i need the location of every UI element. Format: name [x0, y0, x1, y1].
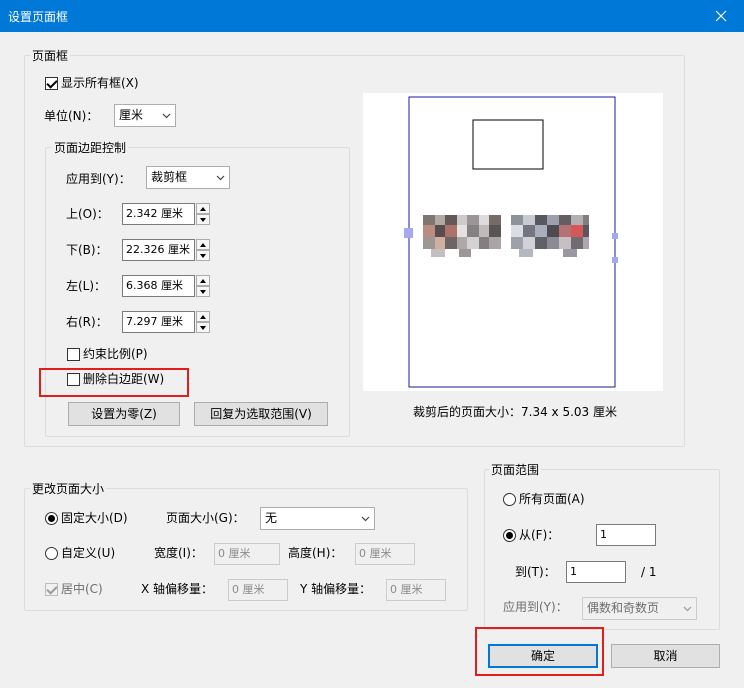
- preview-handle: [404, 228, 413, 238]
- bottom-margin-input[interactable]: 22.326 厘米: [122, 239, 195, 261]
- preview-caption: 裁剪后的页面大小：7.34 x 5.03 厘米: [413, 405, 617, 419]
- apply-to-select[interactable]: 裁剪框: [146, 166, 230, 189]
- close-icon: [715, 10, 727, 22]
- custom-size-label[interactable]: 自定义(U): [61, 545, 115, 561]
- from-page-label[interactable]: 从(F)：: [519, 527, 559, 543]
- spin-up-icon[interactable]: [196, 311, 210, 322]
- to-page-label: 到(T)：: [515, 565, 556, 579]
- spin-down-icon[interactable]: [196, 250, 210, 261]
- width-input[interactable]: 0 厘米: [214, 543, 280, 565]
- blurred-content-image: [423, 215, 589, 257]
- center-label[interactable]: 居中(C): [61, 581, 103, 597]
- margin-control-legend: 页面边距控制: [52, 139, 129, 156]
- height-label: 高度(H)：: [288, 546, 343, 560]
- page-size-label: 页面大小(G)：: [166, 511, 245, 525]
- spin-down-icon[interactable]: [196, 286, 210, 297]
- range-apply-to-label: 应用到(Y)：: [503, 600, 568, 614]
- unit-select[interactable]: 厘米: [114, 104, 176, 127]
- right-margin-spinner[interactable]: [196, 311, 210, 333]
- spin-up-icon[interactable]: [196, 239, 210, 250]
- spin-up-icon[interactable]: [196, 203, 210, 214]
- all-pages-label[interactable]: 所有页面(A): [519, 491, 585, 507]
- to-page-input[interactable]: 1: [566, 561, 626, 583]
- top-margin-label: 上(O)：: [66, 207, 109, 221]
- fixed-size-radio[interactable]: [45, 512, 58, 525]
- right-margin-input[interactable]: 7.297 厘米: [122, 311, 195, 333]
- spin-down-icon[interactable]: [196, 214, 210, 225]
- height-input[interactable]: 0 厘米: [355, 543, 415, 565]
- preview-handle: [612, 233, 618, 239]
- apply-to-label: 应用到(Y)：: [66, 172, 131, 186]
- set-to-zero-button[interactable]: 设置为零(Z): [68, 402, 180, 426]
- left-margin-spinner[interactable]: [196, 275, 210, 297]
- title-bar: 设置页面框: [0, 0, 744, 32]
- page-range-legend: 页面范围: [489, 461, 542, 478]
- show-all-boxes-label[interactable]: 显示所有框(X): [61, 75, 139, 91]
- left-margin-input[interactable]: 6.368 厘米: [122, 275, 195, 297]
- chevron-down-icon: [679, 598, 696, 619]
- chevron-down-icon: [212, 167, 229, 188]
- close-button[interactable]: [698, 0, 744, 32]
- chevron-down-icon: [357, 508, 374, 529]
- page-preview: [363, 93, 663, 391]
- y-offset-label: Y 轴偏移量：: [300, 582, 372, 596]
- bottom-margin-label: 下(B)：: [66, 243, 108, 257]
- show-all-boxes-checkbox[interactable]: [45, 77, 58, 90]
- spin-down-icon[interactable]: [196, 322, 210, 333]
- from-page-radio[interactable]: [503, 529, 516, 542]
- from-page-input[interactable]: 1: [596, 524, 656, 546]
- apply-to-value: 裁剪框: [151, 170, 188, 184]
- constrain-proportions-label[interactable]: 约束比例(P): [83, 346, 148, 362]
- total-pages-label: / 1: [641, 565, 657, 579]
- revert-to-selection-button[interactable]: 回复为选取范围(V): [194, 402, 328, 426]
- window-title: 设置页面框: [8, 10, 69, 24]
- center-checkbox[interactable]: [45, 583, 58, 596]
- constrain-proportions-checkbox[interactable]: [67, 348, 80, 361]
- highlight-box: [39, 368, 189, 397]
- page-box-legend: 页面框: [30, 47, 71, 64]
- y-offset-input[interactable]: 0 厘米: [386, 579, 446, 601]
- preview-handle: [612, 257, 618, 263]
- unit-value: 厘米: [119, 108, 144, 122]
- width-label: 宽度(I)：: [154, 546, 203, 560]
- right-margin-label: 右(R)：: [66, 315, 108, 329]
- spin-up-icon[interactable]: [196, 275, 210, 286]
- custom-size-radio[interactable]: [45, 547, 58, 560]
- top-margin-input[interactable]: 2.342 厘米: [122, 203, 195, 225]
- preview-drawing: [404, 96, 618, 388]
- chevron-down-icon: [158, 105, 175, 126]
- fixed-size-label[interactable]: 固定大小(D): [61, 510, 128, 526]
- unit-label: 单位(N)：: [44, 109, 99, 123]
- page-size-select[interactable]: 无: [260, 507, 375, 530]
- resize-legend: 更改页面大小: [30, 480, 107, 497]
- x-offset-label: X 轴偏移量：: [141, 582, 214, 596]
- page-size-value: 无: [265, 511, 278, 525]
- cancel-button[interactable]: 取消: [611, 644, 720, 668]
- bottom-margin-spinner[interactable]: [196, 239, 210, 261]
- all-pages-radio[interactable]: [503, 493, 516, 506]
- x-offset-input[interactable]: 0 厘米: [228, 579, 288, 601]
- range-apply-to-value: 偶数和奇数页: [587, 601, 660, 615]
- ok-highlight-box: [475, 627, 604, 676]
- left-margin-label: 左(L)：: [66, 279, 107, 293]
- range-apply-to-select[interactable]: 偶数和奇数页: [582, 597, 697, 620]
- preview-crop-box: [472, 119, 544, 170]
- top-margin-spinner[interactable]: [196, 203, 210, 225]
